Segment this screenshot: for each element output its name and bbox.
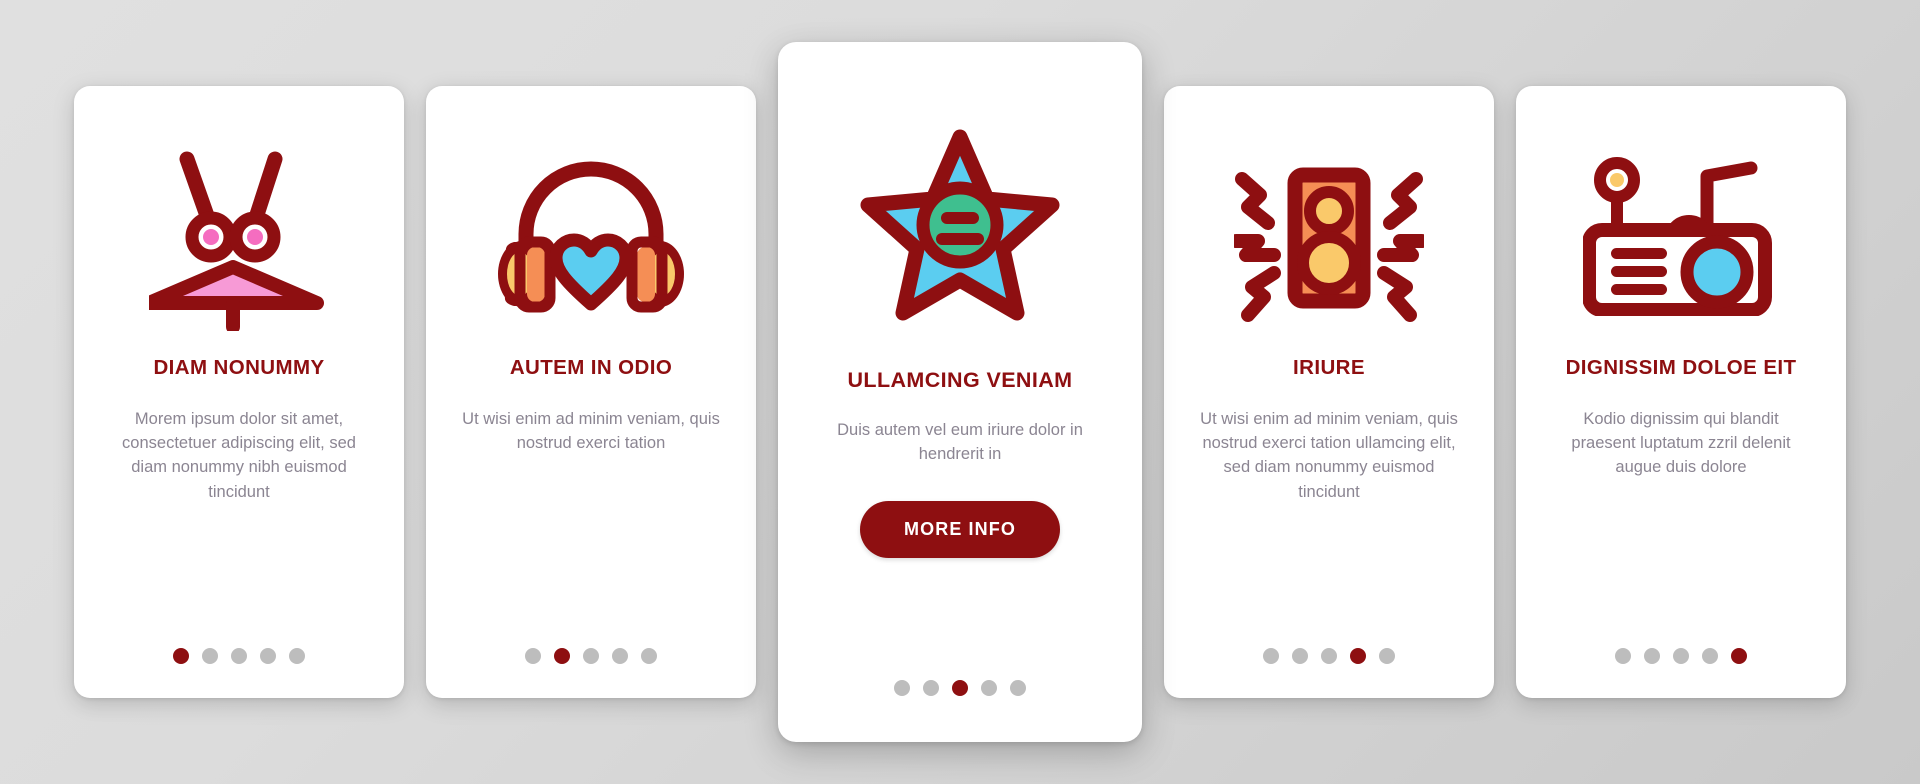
card-body: Morem ipsum dolor sit amet, consectetuer… bbox=[122, 409, 356, 501]
pagination-dot[interactable] bbox=[1350, 648, 1366, 664]
pagination-dot[interactable] bbox=[1644, 648, 1660, 664]
onboarding-card-deck: DIAM NONUMMY Morem ipsum dolor sit amet,… bbox=[0, 0, 1920, 784]
pagination-dot[interactable] bbox=[1673, 648, 1689, 664]
pagination-dot[interactable] bbox=[260, 648, 276, 664]
pagination-dots[interactable] bbox=[1164, 648, 1494, 664]
pagination-dot[interactable] bbox=[1731, 648, 1747, 664]
onboarding-card-4[interactable]: IRIURE Ut wisi enim ad minim veniam, qui… bbox=[1164, 86, 1494, 698]
onboarding-card-2[interactable]: AUTEM IN ODIO Ut wisi enim ad minim veni… bbox=[426, 86, 756, 698]
onboarding-card-3-featured[interactable]: ULLAMCING VENIAM Duis autem vel eum iriu… bbox=[778, 42, 1142, 742]
card-title: AUTEM IN ODIO bbox=[509, 356, 673, 379]
card-title: ULLAMCING VENIAM bbox=[847, 368, 1073, 392]
card-body: Kodio dignissim qui blandit praesent lup… bbox=[1571, 409, 1791, 477]
pagination-dot[interactable] bbox=[525, 648, 541, 664]
pagination-dot[interactable] bbox=[952, 680, 968, 696]
star-equalizer-icon bbox=[804, 86, 1116, 364]
onboarding-card-5[interactable]: DIGNISSIM DOLOE EIT Kodio dignissim qui … bbox=[1516, 86, 1846, 698]
pagination-dot[interactable] bbox=[202, 648, 218, 664]
pagination-dot[interactable] bbox=[1379, 648, 1395, 664]
pagination-dot[interactable] bbox=[1010, 680, 1026, 696]
pagination-dot[interactable] bbox=[1263, 648, 1279, 664]
pagination-dot[interactable] bbox=[612, 648, 628, 664]
pagination-dot[interactable] bbox=[1321, 648, 1337, 664]
pagination-dot[interactable] bbox=[289, 648, 305, 664]
pagination-dot[interactable] bbox=[173, 648, 189, 664]
card-title: DIGNISSIM DOLOE EIT bbox=[1565, 356, 1797, 379]
pagination-dot[interactable] bbox=[1292, 648, 1308, 664]
card-body: Duis autem vel eum iriure dolor in hendr… bbox=[837, 420, 1083, 464]
pagination-dots[interactable] bbox=[74, 648, 404, 664]
pagination-dot[interactable] bbox=[923, 680, 939, 696]
pagination-dot[interactable] bbox=[1702, 648, 1718, 664]
card-body: Ut wisi enim ad minim veniam, quis nostr… bbox=[462, 409, 720, 452]
onboarding-card-1[interactable]: DIAM NONUMMY Morem ipsum dolor sit amet,… bbox=[74, 86, 404, 698]
pagination-dot[interactable] bbox=[231, 648, 247, 664]
card-body: Ut wisi enim ad minim veniam, quis nostr… bbox=[1200, 409, 1458, 501]
headphones-heart-icon bbox=[452, 120, 730, 352]
more-info-button[interactable]: MORE INFO bbox=[860, 500, 1060, 558]
pagination-dot[interactable] bbox=[981, 680, 997, 696]
card-title: DIAM NONUMMY bbox=[153, 356, 325, 379]
pagination-dots[interactable] bbox=[1516, 648, 1846, 664]
pagination-dot[interactable] bbox=[554, 648, 570, 664]
pagination-dot[interactable] bbox=[894, 680, 910, 696]
radio-music-icon bbox=[1542, 120, 1820, 352]
drum-cymbal-icon bbox=[100, 120, 378, 352]
pagination-dot[interactable] bbox=[641, 648, 657, 664]
pagination-dots[interactable] bbox=[778, 680, 1142, 696]
pagination-dot[interactable] bbox=[1615, 648, 1631, 664]
loudspeaker-icon bbox=[1190, 120, 1468, 352]
card-title: IRIURE bbox=[1293, 356, 1365, 379]
pagination-dot[interactable] bbox=[583, 648, 599, 664]
pagination-dots[interactable] bbox=[426, 648, 756, 664]
